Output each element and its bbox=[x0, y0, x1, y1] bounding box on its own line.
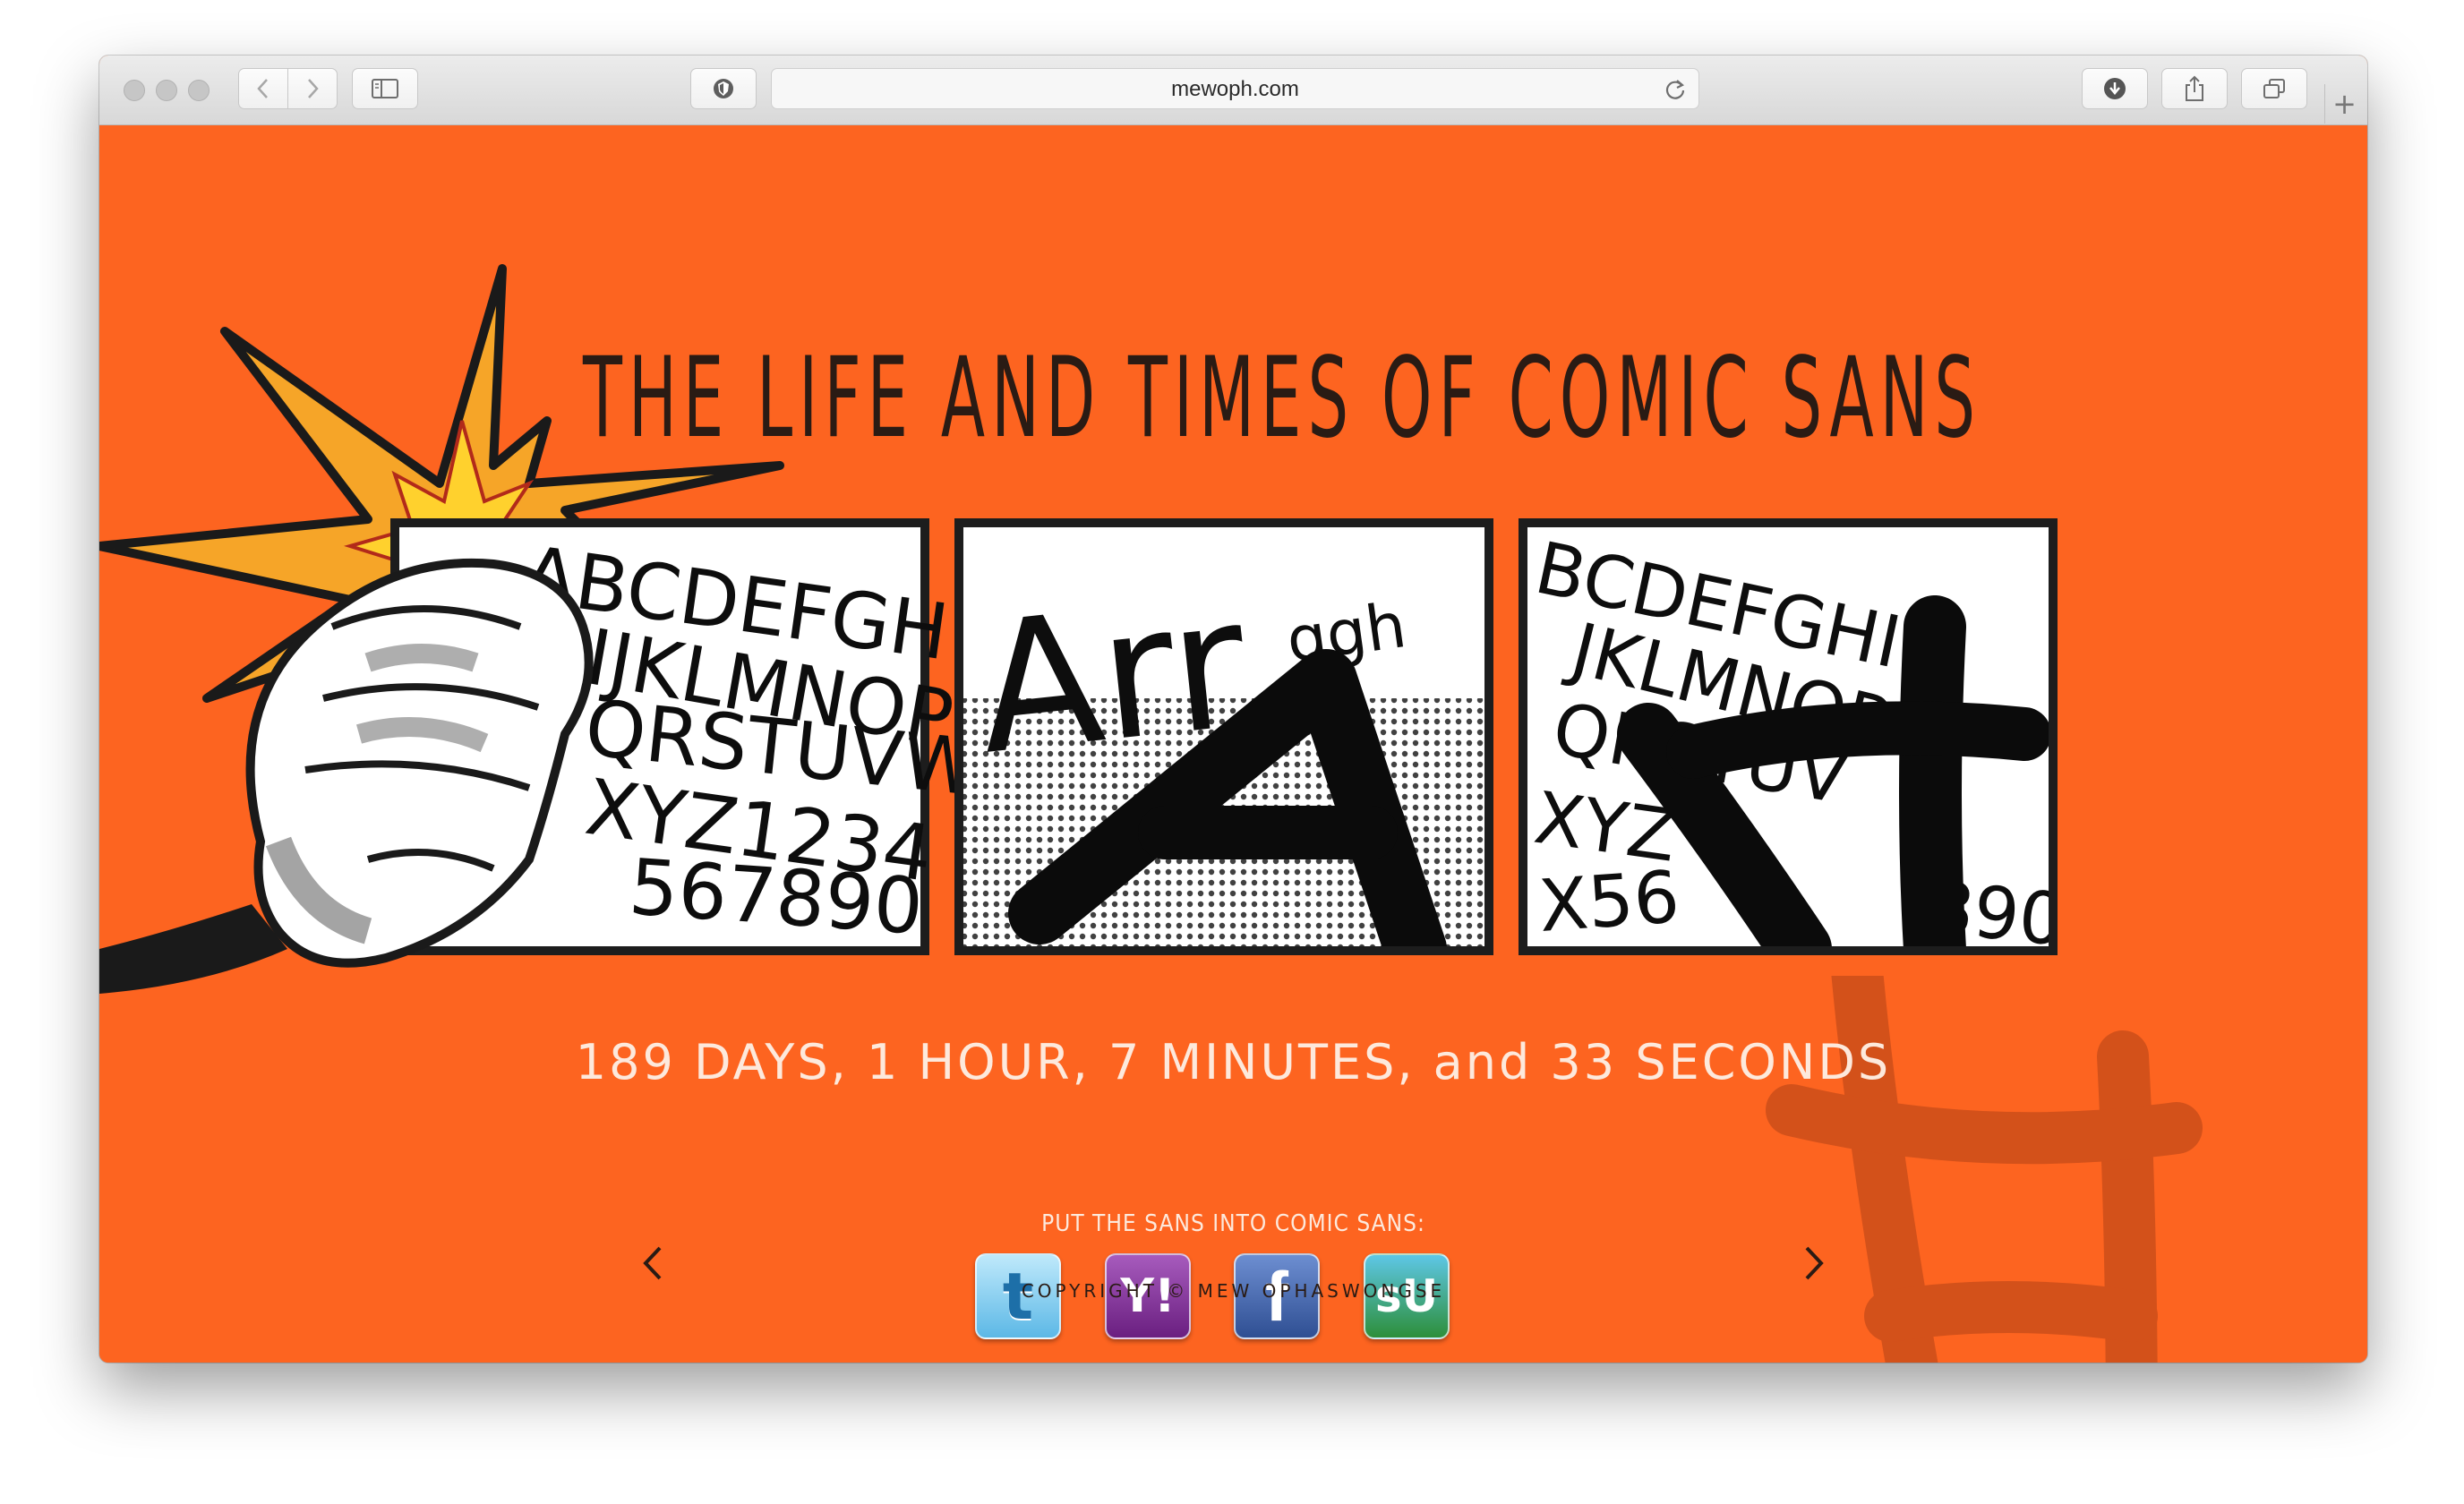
plus-icon: + bbox=[2323, 84, 2365, 124]
zoom-window-button[interactable] bbox=[188, 80, 210, 101]
browser-toolbar: mewoph.com + bbox=[99, 56, 2367, 125]
chevron-left-icon bbox=[257, 79, 268, 98]
page-title-container: THE LIFE AND TIMES OF COMIC SANS bbox=[583, 340, 2194, 466]
back-button[interactable] bbox=[238, 68, 288, 109]
new-tab-button[interactable]: + bbox=[2321, 56, 2367, 125]
chevron-right-icon bbox=[1805, 1246, 1824, 1280]
carousel-prev-button[interactable] bbox=[635, 1241, 671, 1286]
web-page: ABCDEFGH IJKLMNOP QRSTUVW XYZ1234 567890 bbox=[99, 125, 2367, 1363]
forward-button[interactable] bbox=[287, 68, 338, 109]
copyright-text: COPYRIGHT © MEW OPHASWONGSE bbox=[1021, 1280, 1446, 1302]
share-icon bbox=[2186, 75, 2203, 101]
comic-panel-3: BCDEFGHI JKLMNOP QRSTUV XYZ X56 890 bbox=[1519, 518, 2058, 955]
svg-text:X56: X56 bbox=[1536, 855, 1682, 948]
countdown-text: 189 DAYS, 1 HOUR, 7 MINUTES, and 33 SECO… bbox=[575, 1034, 1892, 1090]
shield-icon bbox=[714, 79, 733, 98]
privacy-button[interactable] bbox=[690, 68, 757, 109]
reload-icon bbox=[1665, 80, 1685, 99]
sidebar-icon bbox=[372, 79, 398, 98]
reload-button[interactable] bbox=[1663, 77, 1688, 106]
download-icon bbox=[2104, 78, 2126, 99]
tabs-overview-button[interactable] bbox=[2241, 68, 2307, 109]
carousel-next-button[interactable] bbox=[1796, 1241, 1832, 1286]
address-bar[interactable]: mewoph.com bbox=[771, 68, 1699, 109]
chevron-left-icon bbox=[643, 1246, 662, 1280]
share-label: PUT THE SANS INTO COMIC SANS: bbox=[1041, 1210, 1425, 1237]
page-title: THE LIFE AND TIMES OF COMIC SANS bbox=[583, 334, 1982, 463]
tabs-icon bbox=[2263, 79, 2285, 98]
chevron-right-icon bbox=[308, 79, 319, 98]
sidebar-button[interactable] bbox=[352, 68, 418, 109]
close-window-button[interactable] bbox=[124, 80, 145, 101]
url-text: mewoph.com bbox=[1171, 77, 1299, 101]
share-button[interactable] bbox=[2161, 68, 2228, 109]
comic-panel-2: Arr ggh bbox=[954, 518, 1493, 955]
comic-hero-art: ABCDEFGH IJKLMNOP QRSTUVW XYZ1234 567890 bbox=[99, 264, 2058, 994]
downloads-button[interactable] bbox=[2082, 68, 2148, 109]
minimize-window-button[interactable] bbox=[156, 80, 177, 101]
browser-window: mewoph.com + ABCDEFGH IJKLMNOP QRSTUVW X… bbox=[99, 56, 2367, 1363]
